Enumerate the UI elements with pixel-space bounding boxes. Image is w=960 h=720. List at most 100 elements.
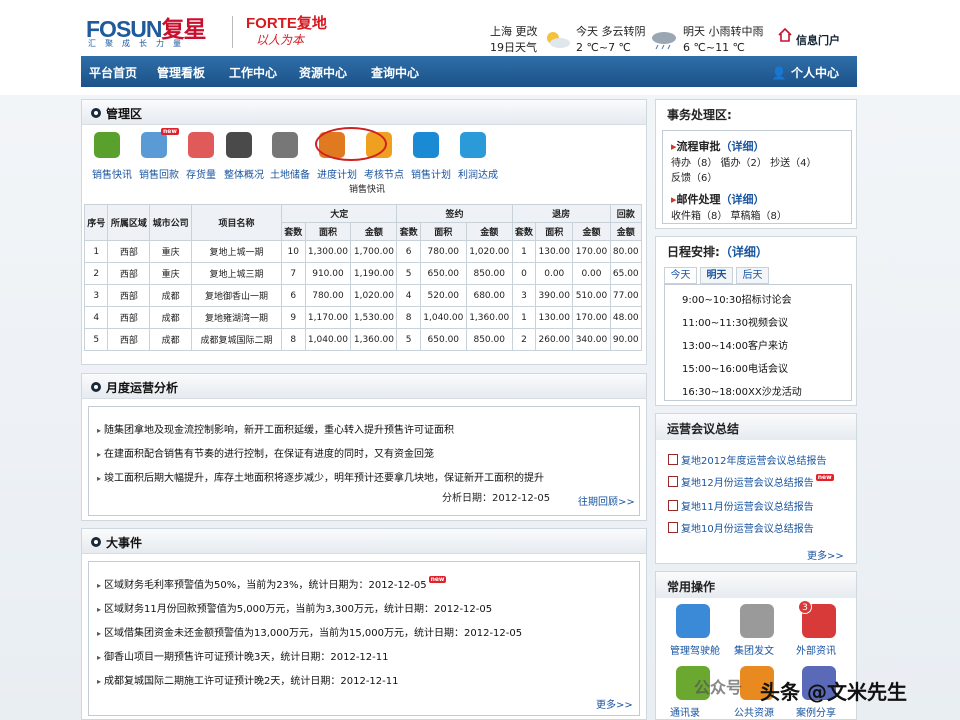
event-line-3[interactable]: 区域借集团资金未还金额预警值为13,000万元，当前为15,000万元，统计日期… <box>97 624 522 639</box>
schedule-item[interactable]: 16:30~18:00XX沙龙活动 <box>682 383 802 398</box>
table-cell: 8 <box>396 306 421 329</box>
panel-title: 管理区 <box>106 107 143 121</box>
tile-label[interactable]: 存货量 <box>186 166 216 181</box>
mail-counts[interactable]: 收件箱（8） 草稿箱（8） <box>671 207 787 222</box>
weather-tomorrow-temp: 6 ℃~11 ℃ <box>683 41 745 54</box>
table-cell: 1,040.00 <box>304 328 352 351</box>
nav-home[interactable]: 平台首页 <box>89 64 137 81</box>
event-line-5[interactable]: 成都复城国际二期施工许可证预计晚2天，统计日期：2012-12-11 <box>97 672 398 687</box>
reports-title: 运营会议总结 <box>667 422 740 436</box>
table-cell: 1,360.00 <box>465 306 513 329</box>
table-cell: 复地上城一期 <box>191 240 283 263</box>
document-icon[interactable] <box>740 604 774 638</box>
schedule-item[interactable]: 13:00~14:00客户来访 <box>682 337 788 352</box>
schedule-item[interactable]: 9:00~10:30招标讨论会 <box>682 291 792 306</box>
table-cell: 65.00 <box>609 262 643 285</box>
tile-label[interactable]: 销售快讯 <box>92 166 132 181</box>
table-cell: 390.00 <box>535 284 574 307</box>
nav-user-center[interactable]: 👤 个人中心 <box>772 64 839 81</box>
op-label[interactable]: 案例分享 <box>796 704 836 719</box>
reports-more-link[interactable]: 更多>> <box>807 547 844 562</box>
panel-header: 管理区 <box>82 100 646 125</box>
table-cell: 7 <box>281 262 306 285</box>
table-row[interactable]: 1 西部 重庆 复地上城一期 10 1,300.00 1,700.00 6 780.00 1,02… <box>83 240 643 263</box>
weather-change-link[interactable]: 更改 <box>516 25 538 38</box>
table-row[interactable]: 3 西部 成都 复地御香山一期 6 780.00 1,020.00 4 520.00 680.00… <box>83 284 643 307</box>
line-chart-icon[interactable] <box>460 132 486 158</box>
tile-label[interactable]: 进度计划 <box>317 166 357 181</box>
forte-slogan: 以人为本 <box>256 33 305 47</box>
table-cell: 5 <box>83 328 109 351</box>
op-label[interactable]: 通讯录 <box>670 704 700 719</box>
magnet-icon[interactable] <box>413 132 439 158</box>
nav-work[interactable]: 工作中心 <box>229 64 277 81</box>
door-icon[interactable] <box>272 132 298 158</box>
calculator-icon[interactable] <box>141 132 167 158</box>
report-link-3[interactable]: 复地11月份运营会议总结报告 <box>668 498 814 513</box>
tile-label[interactable]: 土地储备 <box>270 166 310 181</box>
table-cell: 2 <box>83 262 109 285</box>
flow-detail-link[interactable]: （详细） <box>721 140 765 153</box>
th-sub: 面积 <box>419 222 467 241</box>
report-link-1[interactable]: 复地2012年度运营会议总结报告 <box>668 452 826 467</box>
op-label[interactable]: 公共资源 <box>734 704 774 719</box>
table-cell: 1 <box>83 240 109 263</box>
weather-today-temp: 2 ℃~7 ℃ <box>576 41 631 54</box>
monthly-box: 随集团拿地及现金流控制影响，新开工面积延缓，重心转入提升预售许可证面积 在建面积… <box>88 406 640 516</box>
tile-label[interactable]: 考核节点 <box>364 166 404 181</box>
portal-link[interactable]: 信息门户 <box>796 32 840 48</box>
event-line-1[interactable]: 区域财务毛利率预警值为50%，当前为23%，统计日期为：2012-12-05ne… <box>97 576 447 591</box>
schedule-item[interactable]: 11:00~11:30视频会议 <box>682 314 788 329</box>
event-line-4[interactable]: 御香山项目一期预售许可证预计晚3天，统计日期：2012-12-11 <box>97 648 388 663</box>
circle-arrow-icon <box>91 108 101 118</box>
event-line-2[interactable]: 区域财务11月份回款预警值为5,000万元，当前为3,300万元，统计日期：20… <box>97 600 492 615</box>
reports-panel: 运营会议总结 复地2012年度运营会议总结报告 复地12月份运营会议总结报告ne… <box>655 413 857 564</box>
affairs-title: 事务处理区: <box>667 108 732 122</box>
tab-day-after[interactable]: 后天 <box>736 267 769 284</box>
dashboard-icon[interactable] <box>676 604 710 638</box>
schedule-list: 9:00~10:30招标讨论会 11:00~11:30视频会议 13:00~14… <box>664 284 852 401</box>
rain-cloud-icon <box>652 32 676 50</box>
table-cell: 3 <box>511 284 537 307</box>
report-link-4[interactable]: 复地10月份运营会议总结报告 <box>668 520 814 535</box>
table-cell: 西部 <box>107 306 151 329</box>
report-link-2[interactable]: 复地12月份运营会议总结报告new <box>668 474 834 489</box>
table-cell: 6 <box>281 284 306 307</box>
monthly-line-2: 在建面积配合销售有节奏的进行控制，在保证有进度的同时，又有资金回笼 <box>97 445 434 460</box>
main-nav: 平台首页 管理看板 工作中心 资源中心 查询中心 👤 个人中心 <box>81 56 857 87</box>
chart-icon[interactable] <box>226 132 252 158</box>
tab-today[interactable]: 今天 <box>664 267 697 284</box>
mail-detail-link[interactable]: （详细） <box>721 193 765 206</box>
schedule-title: 日程安排:（详细） <box>667 245 768 259</box>
schedule-detail-link[interactable]: （详细） <box>720 245 768 259</box>
op-label[interactable]: 集团发文 <box>734 642 774 657</box>
events-more-link[interactable]: 更多>> <box>596 696 633 711</box>
op-label[interactable]: 管理驾驶舱 <box>670 642 720 657</box>
nav-dashboard[interactable]: 管理看板 <box>157 64 205 81</box>
history-link[interactable]: 往期回顾>> <box>578 493 635 508</box>
table-cell: 1,190.00 <box>350 262 398 285</box>
op-label[interactable]: 外部资讯 <box>796 642 836 657</box>
table-cell: 170.00 <box>572 240 611 263</box>
nav-query[interactable]: 查询中心 <box>371 64 419 81</box>
table-cell: 80.00 <box>609 240 643 263</box>
table-cell: 90.00 <box>609 328 643 351</box>
schedule-panel: 日程安排:（详细） 今天 明天 后天 9:00~10:30招标讨论会 11:00… <box>655 236 857 406</box>
table-cell: 130.00 <box>535 306 574 329</box>
th-refund: 退房 <box>511 204 611 223</box>
table-row[interactable]: 4 西部 成都 复地雍湖湾一期 9 1,170.00 1,530.00 8 1,040.00 1,… <box>83 306 643 329</box>
tab-tomorrow[interactable]: 明天 <box>700 267 733 284</box>
notebook-icon[interactable] <box>188 132 214 158</box>
table-row[interactable]: 2 西部 重庆 复地上城三期 7 910.00 1,190.00 5 650.00 850.00 0… <box>83 262 643 285</box>
table-row[interactable]: 5 西部 成都 成都复城国际二期 8 1,040.00 1,360.00 5 650.00 850… <box>83 328 643 351</box>
nav-resources[interactable]: 资源中心 <box>299 64 347 81</box>
tile-label[interactable]: 利润达成 <box>458 166 498 181</box>
table-cell: 260.00 <box>535 328 574 351</box>
flow-feedback[interactable]: 反馈（6） <box>671 169 717 184</box>
tile-label[interactable]: 整体概况 <box>224 166 264 181</box>
tile-label[interactable]: 销售计划 <box>411 166 451 181</box>
flow-counts[interactable]: 待办（8） 循办（2） 抄送（4） <box>671 154 816 169</box>
spiral-icon[interactable] <box>94 132 120 158</box>
tile-label[interactable]: 销售回款 <box>139 166 179 181</box>
schedule-item[interactable]: 15:00~16:00电话会议 <box>682 360 788 375</box>
